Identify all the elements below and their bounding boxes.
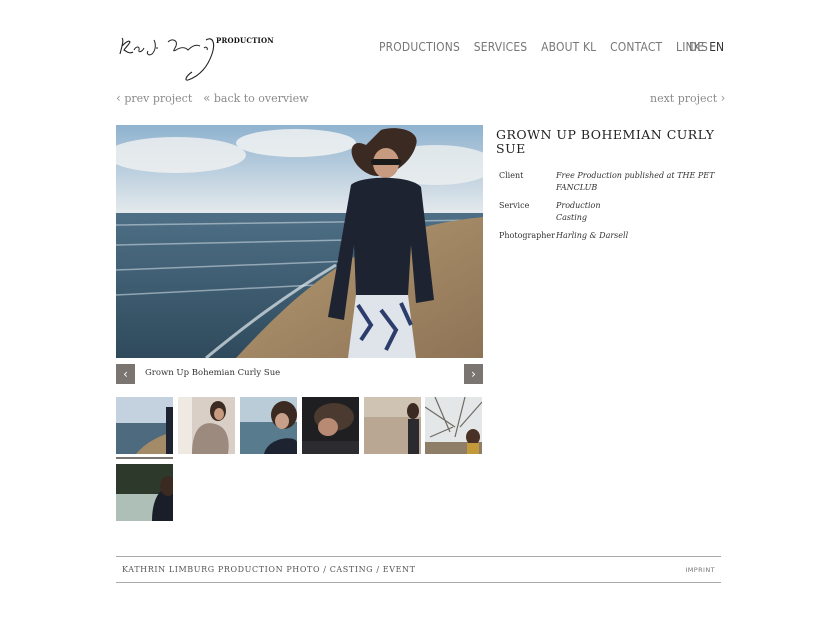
detail-value: Production Casting bbox=[556, 201, 601, 222]
detail-row-service: Service Production Casting bbox=[499, 200, 716, 224]
thumb-seaside-portrait-image bbox=[240, 397, 297, 454]
imprint-link[interactable]: IMPRINT bbox=[685, 566, 715, 574]
image-caption: Grown Up Bohemian Curly Sue bbox=[145, 368, 281, 378]
gallery-thumbnail[interactable] bbox=[116, 397, 173, 454]
detail-label: Client bbox=[499, 171, 524, 180]
detail-value: Free Production published at THE PET FAN… bbox=[556, 171, 715, 192]
image-caption-bar: ‹ Grown Up Bohemian Curly Sue › bbox=[116, 364, 483, 384]
signature-logo-icon bbox=[119, 37, 215, 81]
lang-de[interactable]: DE bbox=[689, 39, 704, 54]
detail-label: Service bbox=[499, 201, 530, 210]
lang-en[interactable]: EN bbox=[709, 39, 724, 54]
chevron-left-icon: ‹ bbox=[123, 367, 128, 381]
footer-top-rule bbox=[116, 556, 721, 557]
footer-tagline: KATHRIN LIMBURG PRODUCTION PHOTO / CASTI… bbox=[122, 565, 416, 574]
chevron-right-icon: › bbox=[720, 91, 726, 105]
detail-value: Harling & Darsell bbox=[556, 231, 629, 240]
chevron-right-icon: › bbox=[471, 367, 476, 381]
nav-item-services[interactable]: SERVICES bbox=[474, 39, 528, 54]
thumb-fur-coat-image bbox=[178, 397, 235, 454]
nav-item-productions[interactable]: PRODUCTIONS bbox=[379, 39, 460, 54]
back-to-overview-link[interactable]: « back to overview bbox=[203, 91, 309, 105]
double-chevron-left-icon: « bbox=[203, 91, 211, 105]
active-thumbnail-indicator bbox=[116, 457, 173, 459]
thumb-beach-image bbox=[116, 397, 173, 454]
site-logo[interactable]: PRODUCTION bbox=[116, 30, 276, 82]
detail-row-client: Client Free Production published at THE … bbox=[499, 170, 716, 194]
nav-item-about[interactable]: ABOUT KL bbox=[541, 39, 596, 54]
thumb-dunes-image bbox=[364, 397, 421, 454]
prev-project-link[interactable]: ‹ prev project bbox=[116, 91, 192, 105]
footer-bottom-rule bbox=[116, 582, 721, 583]
gallery-thumbnail[interactable] bbox=[240, 397, 297, 454]
next-project-label: next project bbox=[650, 92, 718, 105]
next-image-button[interactable]: › bbox=[464, 364, 483, 384]
gallery-thumbnail[interactable] bbox=[178, 397, 235, 454]
back-to-overview-label: back to overview bbox=[213, 92, 309, 105]
project-main-photo[interactable] bbox=[116, 125, 483, 358]
main-nav: PRODUCTIONS SERVICES ABOUT KL CONTACT LI… bbox=[379, 39, 722, 54]
gallery-thumbnail[interactable] bbox=[425, 397, 482, 454]
next-project-link[interactable]: next project › bbox=[650, 91, 725, 105]
chevron-left-icon: ‹ bbox=[116, 91, 121, 105]
prev-project-label: prev project bbox=[124, 92, 193, 105]
language-switch: DE EN bbox=[689, 39, 729, 54]
gallery-thumbnail[interactable] bbox=[302, 397, 359, 454]
thumb-tree-image bbox=[425, 397, 482, 454]
logo-wordmark: PRODUCTION bbox=[216, 36, 274, 45]
prev-image-button[interactable]: ‹ bbox=[116, 364, 135, 384]
project-title: GROWN UP BOHEMIAN CURLY SUE bbox=[496, 127, 715, 156]
project-details: Client Free Production published at THE … bbox=[499, 170, 716, 248]
thumb-forest-image bbox=[116, 464, 173, 521]
detail-row-photographer: Photographer Harling & Darsell bbox=[499, 230, 716, 242]
gallery-thumbnail[interactable] bbox=[364, 397, 421, 454]
detail-label: Photographer bbox=[499, 231, 555, 240]
nav-item-contact[interactable]: CONTACT bbox=[610, 39, 662, 54]
gallery-thumbnail[interactable] bbox=[116, 464, 173, 521]
beach-portrait-image bbox=[116, 125, 483, 358]
thumb-lying-portrait-image bbox=[302, 397, 359, 454]
